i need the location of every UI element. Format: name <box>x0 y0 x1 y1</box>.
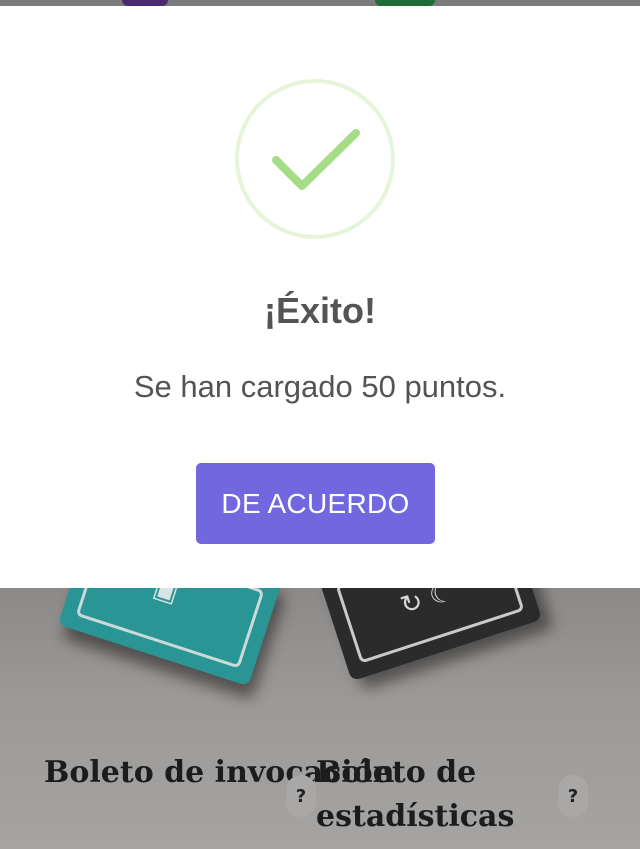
stats-ticket-title: Boleto de estadísticas <box>316 755 515 834</box>
stats-ticket-image: ↻ ☾ <box>317 588 543 682</box>
stats-ticket-help-button[interactable]: ? <box>558 775 588 817</box>
summon-ticket-help-button[interactable]: ? <box>286 775 316 817</box>
dialog-message: Se han cargado 50 puntos. <box>133 369 507 404</box>
screen: ▣ ↻ ☾ Boleto de invocación ? Boleto de e… <box>0 0 640 849</box>
background-ticket-area: ▣ ↻ ☾ Boleto de invocación ? Boleto de e… <box>0 588 640 849</box>
summon-ticket-image: ▣ <box>57 588 283 687</box>
checkmark-glyph <box>272 129 360 190</box>
dialog-title: ¡Éxito! <box>264 290 376 331</box>
success-dialog: ¡Éxito! Se han cargado 50 puntos. DE ACU… <box>0 6 640 588</box>
checkmark-icon <box>235 79 395 239</box>
confirm-button[interactable]: DE ACUERDO <box>196 463 435 544</box>
